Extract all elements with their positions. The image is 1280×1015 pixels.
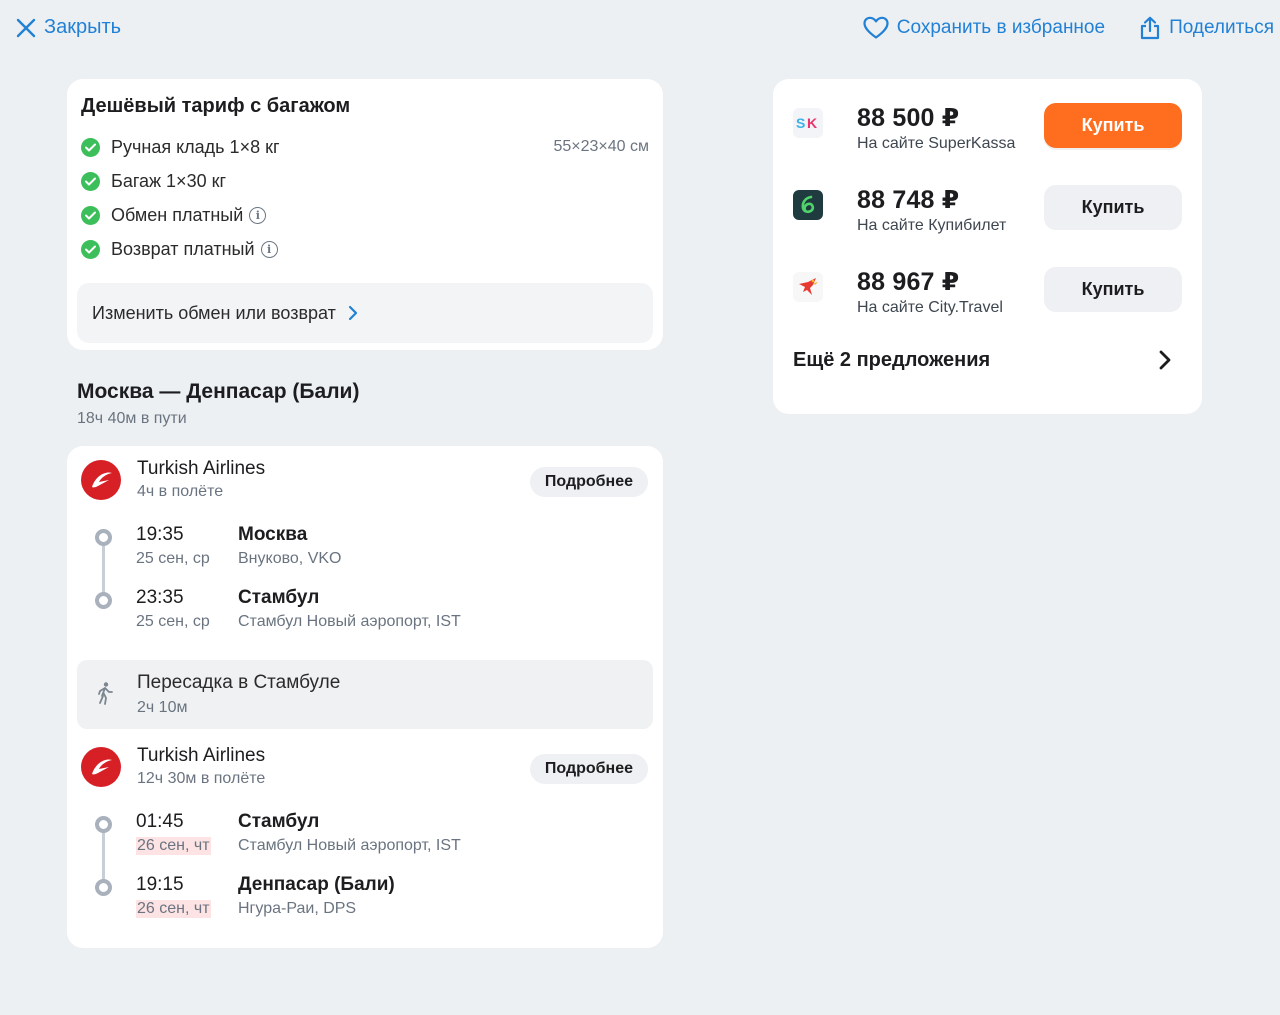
departure-stop: 19:35 25 сен, ср Москва Внуково, VKO <box>77 516 653 579</box>
flight-duration: 12ч 30м в полёте <box>137 770 266 787</box>
flight-duration: 4ч в полёте <box>137 483 224 500</box>
route-duration: 18ч 40м в пути <box>77 410 187 427</box>
offer-price: 88 748 ₽ <box>857 186 960 214</box>
hand-luggage-size: 55×23×40 см <box>553 138 649 155</box>
airline-name: Turkish Airlines <box>137 458 266 479</box>
arrival-date: 25 сен, ср <box>136 613 210 630</box>
arrival-airport: Стамбул Новый аэропорт, IST <box>238 613 461 630</box>
buy-button[interactable]: Купить <box>1044 267 1182 312</box>
route-heading: Москва — Денпасар (Бали) 18ч 40м в пути <box>77 380 359 428</box>
segment-header: Turkish Airlines 4ч в полёте Подробнее <box>77 446 653 516</box>
offer-item: 88 748 ₽ На сайте Купибилет Купить <box>793 165 1182 247</box>
offer-price: 88 967 ₽ <box>857 268 960 296</box>
top-actions: Сохранить в избранное Поделиться <box>863 16 1274 40</box>
arrival-date: 26 сен, чт <box>136 900 211 918</box>
timeline-dot <box>95 879 112 896</box>
close-icon <box>16 18 36 37</box>
share-label: Поделиться <box>1169 17 1274 38</box>
more-offers-label: Ещё 2 предложения <box>793 348 991 371</box>
chevron-right-icon <box>348 305 358 321</box>
save-favorite-button[interactable]: Сохранить в избранное <box>863 16 1105 40</box>
timeline-dot <box>95 529 112 546</box>
share-icon <box>1140 16 1160 40</box>
offers-card: S K 88 500 ₽ На сайте SuperKassa Купить … <box>773 79 1202 414</box>
departure-airport: Стамбул Новый аэропорт, IST <box>238 837 461 854</box>
timeline-dot <box>95 592 112 609</box>
route-title: Москва — Денпасар (Бали) <box>77 380 360 403</box>
offer-site: На сайте Купибилет <box>857 217 1007 234</box>
departure-airport: Внуково, VKO <box>238 550 342 567</box>
arrival-time: 23:35 <box>136 587 184 608</box>
buy-button[interactable]: Купить <box>1044 185 1182 230</box>
segment-timeline: 19:35 25 сен, ср Москва Внуково, VKO 23:… <box>77 516 653 656</box>
departure-date: 26 сен, чт <box>136 837 211 855</box>
departure-city: Москва <box>238 524 308 545</box>
info-icon[interactable]: i <box>249 206 267 224</box>
check-icon <box>81 137 100 157</box>
arrival-time: 19:15 <box>136 874 184 895</box>
offer-price: 88 500 ₽ <box>857 104 960 132</box>
close-label: Закрыть <box>44 16 122 38</box>
tariff-card: Дешёвый тариф с багажом Ручная кладь 1×8… <box>67 79 663 350</box>
offer-item: 88 967 ₽ На сайте City.Travel Купить <box>793 247 1182 329</box>
details-button[interactable]: Подробнее <box>529 754 648 784</box>
tariff-title: Дешёвый тариф с багажом <box>81 95 351 117</box>
check-icon <box>81 239 100 259</box>
departure-stop: 01:45 26 сен, чт Стамбул Стамбул Новый а… <box>77 803 653 866</box>
more-offers-button[interactable]: Ещё 2 предложения <box>793 329 1182 391</box>
citytravel-logo <box>793 272 823 302</box>
turkish-airlines-logo <box>81 747 121 787</box>
segment-timeline: 01:45 26 сен, чт Стамбул Стамбул Новый а… <box>77 803 653 943</box>
top-bar: Закрыть Сохранить в избранное Поделиться <box>0 0 1280 58</box>
departure-time: 19:35 <box>136 524 184 545</box>
check-icon <box>81 205 100 225</box>
offer-site: На сайте SuperKassa <box>857 135 1016 152</box>
save-favorite-label: Сохранить в избранное <box>896 17 1106 38</box>
arrival-stop: 23:35 25 сен, ср Стамбул Стамбул Новый а… <box>77 579 653 642</box>
buy-button[interactable]: Купить <box>1044 103 1182 148</box>
feature-baggage: Багаж 1×30 кг <box>81 164 649 198</box>
transfer-title: Пересадка в Стамбуле <box>137 672 341 693</box>
departure-time: 01:45 <box>136 811 184 832</box>
heart-icon <box>863 16 889 39</box>
segment-header: Turkish Airlines 12ч 30м в полёте Подроб… <box>77 733 653 803</box>
arrival-city: Денпасар (Бали) <box>238 874 395 895</box>
info-icon[interactable]: i <box>260 240 278 258</box>
details-button[interactable]: Подробнее <box>529 467 648 497</box>
share-button[interactable]: Поделиться <box>1139 16 1274 40</box>
kupibilet-logo <box>793 190 823 220</box>
close-button[interactable]: Закрыть <box>16 16 121 39</box>
check-icon <box>81 171 100 191</box>
timeline-dot <box>95 816 112 833</box>
arrival-airport: Нгура-Раи, DPS <box>238 900 357 917</box>
feature-label: Ручная кладь 1×8 кг <box>111 136 280 157</box>
transfer-duration: 2ч 10м <box>137 699 188 716</box>
feature-label: Возврат платный <box>111 238 255 259</box>
change-exchange-refund-button[interactable]: Изменить обмен или возврат <box>77 283 653 343</box>
flights-card: Turkish Airlines 4ч в полёте Подробнее 1… <box>67 446 663 948</box>
feature-exchange: Обмен платный i <box>81 198 649 232</box>
turkish-airlines-logo <box>81 460 121 500</box>
tariff-features: Ручная кладь 1×8 кг 55×23×40 см Багаж 1×… <box>81 130 649 266</box>
walking-person-icon <box>98 682 113 705</box>
change-exchange-refund-label: Изменить обмен или возврат <box>92 302 336 323</box>
departure-city: Стамбул <box>238 811 320 832</box>
superkassa-logo: S K <box>793 108 823 138</box>
feature-label: Обмен платный <box>111 204 244 225</box>
chevron-right-icon <box>1159 350 1171 370</box>
svg-text:S: S <box>796 115 805 131</box>
offer-item: S K 88 500 ₽ На сайте SuperKassa Купить <box>793 83 1182 165</box>
arrival-stop: 19:15 26 сен, чт Денпасар (Бали) Нгура-Р… <box>77 866 653 929</box>
arrival-city: Стамбул <box>238 587 320 608</box>
feature-label: Багаж 1×30 кг <box>111 170 227 191</box>
departure-date: 25 сен, ср <box>136 550 210 567</box>
feature-refund: Возврат платный i <box>81 232 649 266</box>
transfer-block: Пересадка в Стамбуле 2ч 10м <box>77 660 653 729</box>
feature-hand-luggage: Ручная кладь 1×8 кг 55×23×40 см <box>81 130 649 164</box>
offer-site: На сайте City.Travel <box>857 299 1003 316</box>
svg-text:K: K <box>807 115 817 131</box>
airline-name: Turkish Airlines <box>137 745 266 766</box>
